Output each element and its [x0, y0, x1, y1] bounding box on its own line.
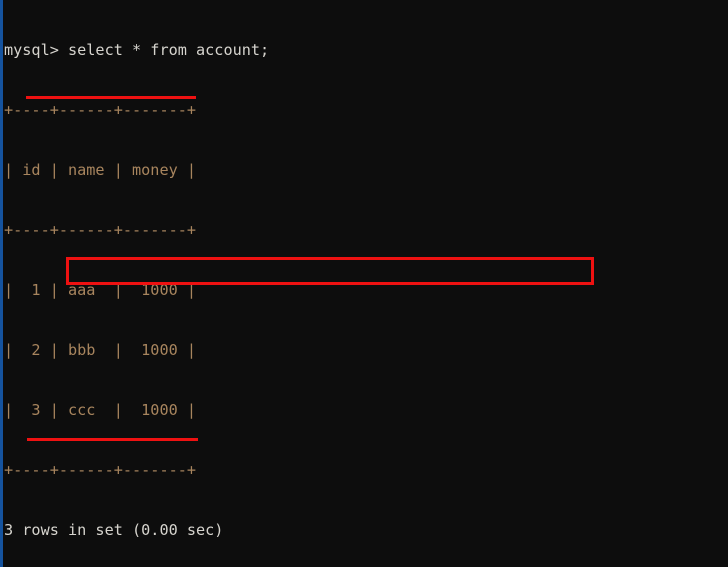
window-left-edge [0, 0, 3, 567]
terminal-line: +----+------+-------+ [4, 101, 197, 119]
terminal-line: | 3 | ccc | 1000 | [4, 401, 197, 419]
highlight-underline-row-aaa-1000 [26, 96, 196, 99]
terminal-line: | 1 | aaa | 1000 | [4, 281, 197, 299]
terminal-window[interactable]: mysql> select * from account; +----+----… [0, 0, 728, 567]
terminal-line: | 2 | bbb | 1000 | [4, 341, 197, 359]
terminal-line: mysql> select * from account; [4, 41, 270, 59]
terminal-line: 3 rows in set (0.00 sec) [4, 521, 224, 539]
terminal-line: +----+------+-------+ [4, 221, 197, 239]
terminal-line: | id | name | money | [4, 161, 197, 179]
terminal-line: +----+------+-------+ [4, 461, 197, 479]
highlight-underline-row-aaa-900 [27, 438, 198, 441]
terminal-output[interactable]: mysql> select * from account; +----+----… [4, 0, 724, 567]
